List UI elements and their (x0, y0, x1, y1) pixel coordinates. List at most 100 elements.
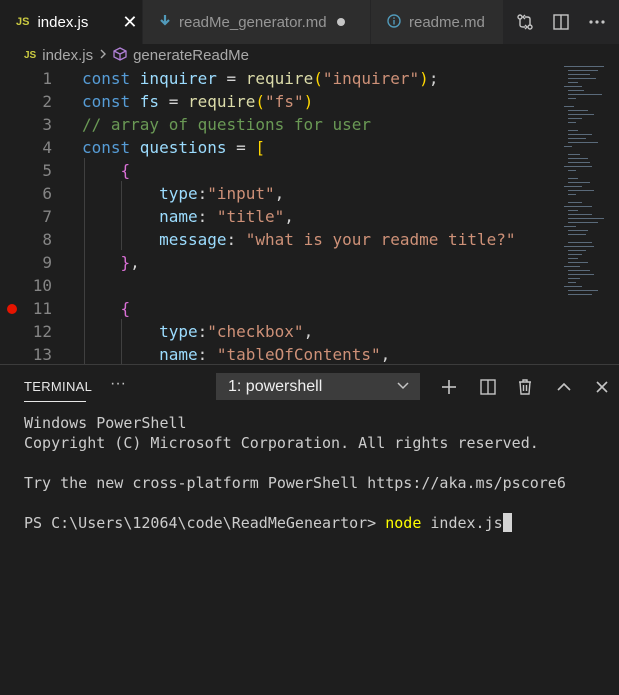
cube-icon (113, 46, 127, 64)
tab-readme-md[interactable]: readme.md (371, 0, 504, 44)
minimap-line (568, 194, 576, 195)
minimap[interactable] (562, 66, 618, 296)
terminal-line: Windows PowerShell (24, 414, 187, 432)
breadcrumb-file[interactable]: index.js (42, 47, 93, 64)
minimap-line (564, 226, 576, 227)
code-text: const questions = [ (82, 138, 266, 157)
minimap-line (568, 270, 590, 271)
minimap-line (568, 170, 576, 171)
code-text: const inquirer = require("inquirer"); (82, 69, 439, 88)
unsaved-dot-icon[interactable] (336, 18, 345, 26)
minimap-line (564, 86, 582, 87)
minimap-line (568, 282, 576, 283)
split-editor-icon[interactable] (545, 6, 577, 38)
download-arrow-icon (159, 14, 171, 31)
code-line[interactable]: 1 const inquirer = require("inquirer"); (0, 67, 560, 90)
panel-more-icon[interactable]: ··· (110, 375, 126, 393)
code-text: }, (120, 253, 140, 272)
minimap-line (568, 294, 592, 295)
minimap-line (568, 110, 588, 111)
code-text: // array of questions for user (82, 115, 371, 134)
line-number: 6 (42, 184, 52, 203)
minimap-line (564, 266, 580, 267)
code-line[interactable]: 8 message: "what is your readme title?" (0, 228, 560, 251)
terminal-prompt-line[interactable]: PS C:\Users\12064\code\ReadMeGeneartor> … (24, 513, 604, 533)
git-compare-icon[interactable] (509, 6, 541, 38)
line-number: 10 (32, 276, 52, 295)
minimap-line (564, 186, 582, 187)
terminal-select[interactable]: 1: powershell (216, 373, 420, 400)
code-line[interactable]: 3 // array of questions for user (0, 113, 560, 136)
code-text: type:"checkbox", (159, 322, 314, 341)
code-line[interactable]: 7 name: "title", (0, 205, 560, 228)
minimap-line (568, 82, 578, 83)
code-line[interactable]: 11 { (0, 297, 560, 320)
code-text: name: "title", (159, 207, 294, 226)
terminal-command: node (385, 514, 422, 532)
minimap-line (568, 158, 588, 159)
breadcrumb: JS index.js generateReadMe (0, 44, 619, 66)
minimap-line (568, 94, 602, 95)
tab-terminal[interactable]: TERMINAL (24, 379, 92, 394)
minimap-line (568, 178, 578, 179)
terminal-line: Copyright (C) Microsoft Corporation. All… (24, 434, 539, 452)
minimap-line (568, 138, 586, 139)
minimap-line (568, 114, 594, 115)
code-line[interactable]: 4 const questions = [ (0, 136, 560, 159)
code-line[interactable]: 5 { (0, 159, 560, 182)
trash-icon[interactable] (510, 373, 540, 400)
breadcrumb-symbol[interactable]: generateReadMe (133, 47, 249, 64)
code-line[interactable]: 9 }, (0, 251, 560, 274)
tab-label: index.js (37, 13, 89, 31)
editor-tab-bar: JS index.js ✕ readMe_generator.md readme… (0, 0, 619, 44)
code-line[interactable]: 12 type:"checkbox", (0, 320, 560, 343)
code-text: type:"input", (159, 184, 285, 203)
split-icon[interactable] (473, 373, 503, 400)
minimap-line (568, 122, 576, 123)
active-tab-indicator (24, 401, 86, 402)
minimap-line (568, 250, 586, 251)
code-text: const fs = require("fs") (82, 92, 314, 111)
minimap-line (568, 274, 594, 275)
code-line[interactable]: 10 (0, 274, 560, 297)
code-text: message: "what is your readme title?" (159, 230, 516, 249)
line-number: 11 (32, 299, 52, 318)
chevron-up-icon[interactable] (549, 373, 579, 400)
code-text: { (120, 299, 131, 318)
minimap-line (568, 142, 598, 143)
tab-index-js[interactable]: JS index.js ✕ (0, 0, 143, 44)
minimap-line (568, 234, 586, 235)
js-file-icon: JS (16, 16, 30, 28)
terminal-output[interactable]: Windows PowerShell Copyright (C) Microsof… (24, 413, 604, 533)
code-line[interactable]: 2 const fs = require("fs") (0, 90, 560, 113)
minimap-line (568, 218, 604, 219)
terminal-line: Try the new cross-platform PowerShell ht… (24, 474, 566, 492)
code-line[interactable]: 13 name: "tableOfContents", (0, 343, 560, 364)
js-file-icon: JS (24, 49, 37, 61)
terminal-panel: TERMINAL ··· 1: powershell Windows Power… (0, 364, 619, 695)
info-icon (387, 13, 401, 31)
tab-label: readme.md (409, 13, 485, 31)
minimap-line (564, 106, 574, 107)
close-icon[interactable]: ✕ (122, 12, 137, 33)
code-line[interactable]: 6 type:"input", (0, 182, 560, 205)
code-editor[interactable]: 1 const inquirer = require("inquirer"); 2 c… (0, 66, 619, 364)
minimap-line (568, 210, 578, 211)
minimap-line (568, 78, 596, 79)
close-icon[interactable] (587, 373, 617, 400)
minimap-line (568, 242, 592, 243)
line-number: 7 (42, 207, 52, 226)
minimap-line (568, 258, 578, 259)
tab-readme-generator-md[interactable]: readMe_generator.md (143, 0, 371, 44)
terminal-args: index.js (421, 514, 503, 532)
minimap-line (568, 222, 598, 223)
minimap-line (568, 130, 578, 131)
line-number: 4 (42, 138, 52, 157)
minimap-line (568, 230, 588, 231)
minimap-line (568, 182, 590, 183)
minimap-line (568, 118, 582, 119)
minimap-line (564, 146, 572, 147)
plus-icon[interactable] (434, 373, 464, 400)
more-icon[interactable] (581, 6, 613, 38)
line-number: 2 (42, 92, 52, 111)
